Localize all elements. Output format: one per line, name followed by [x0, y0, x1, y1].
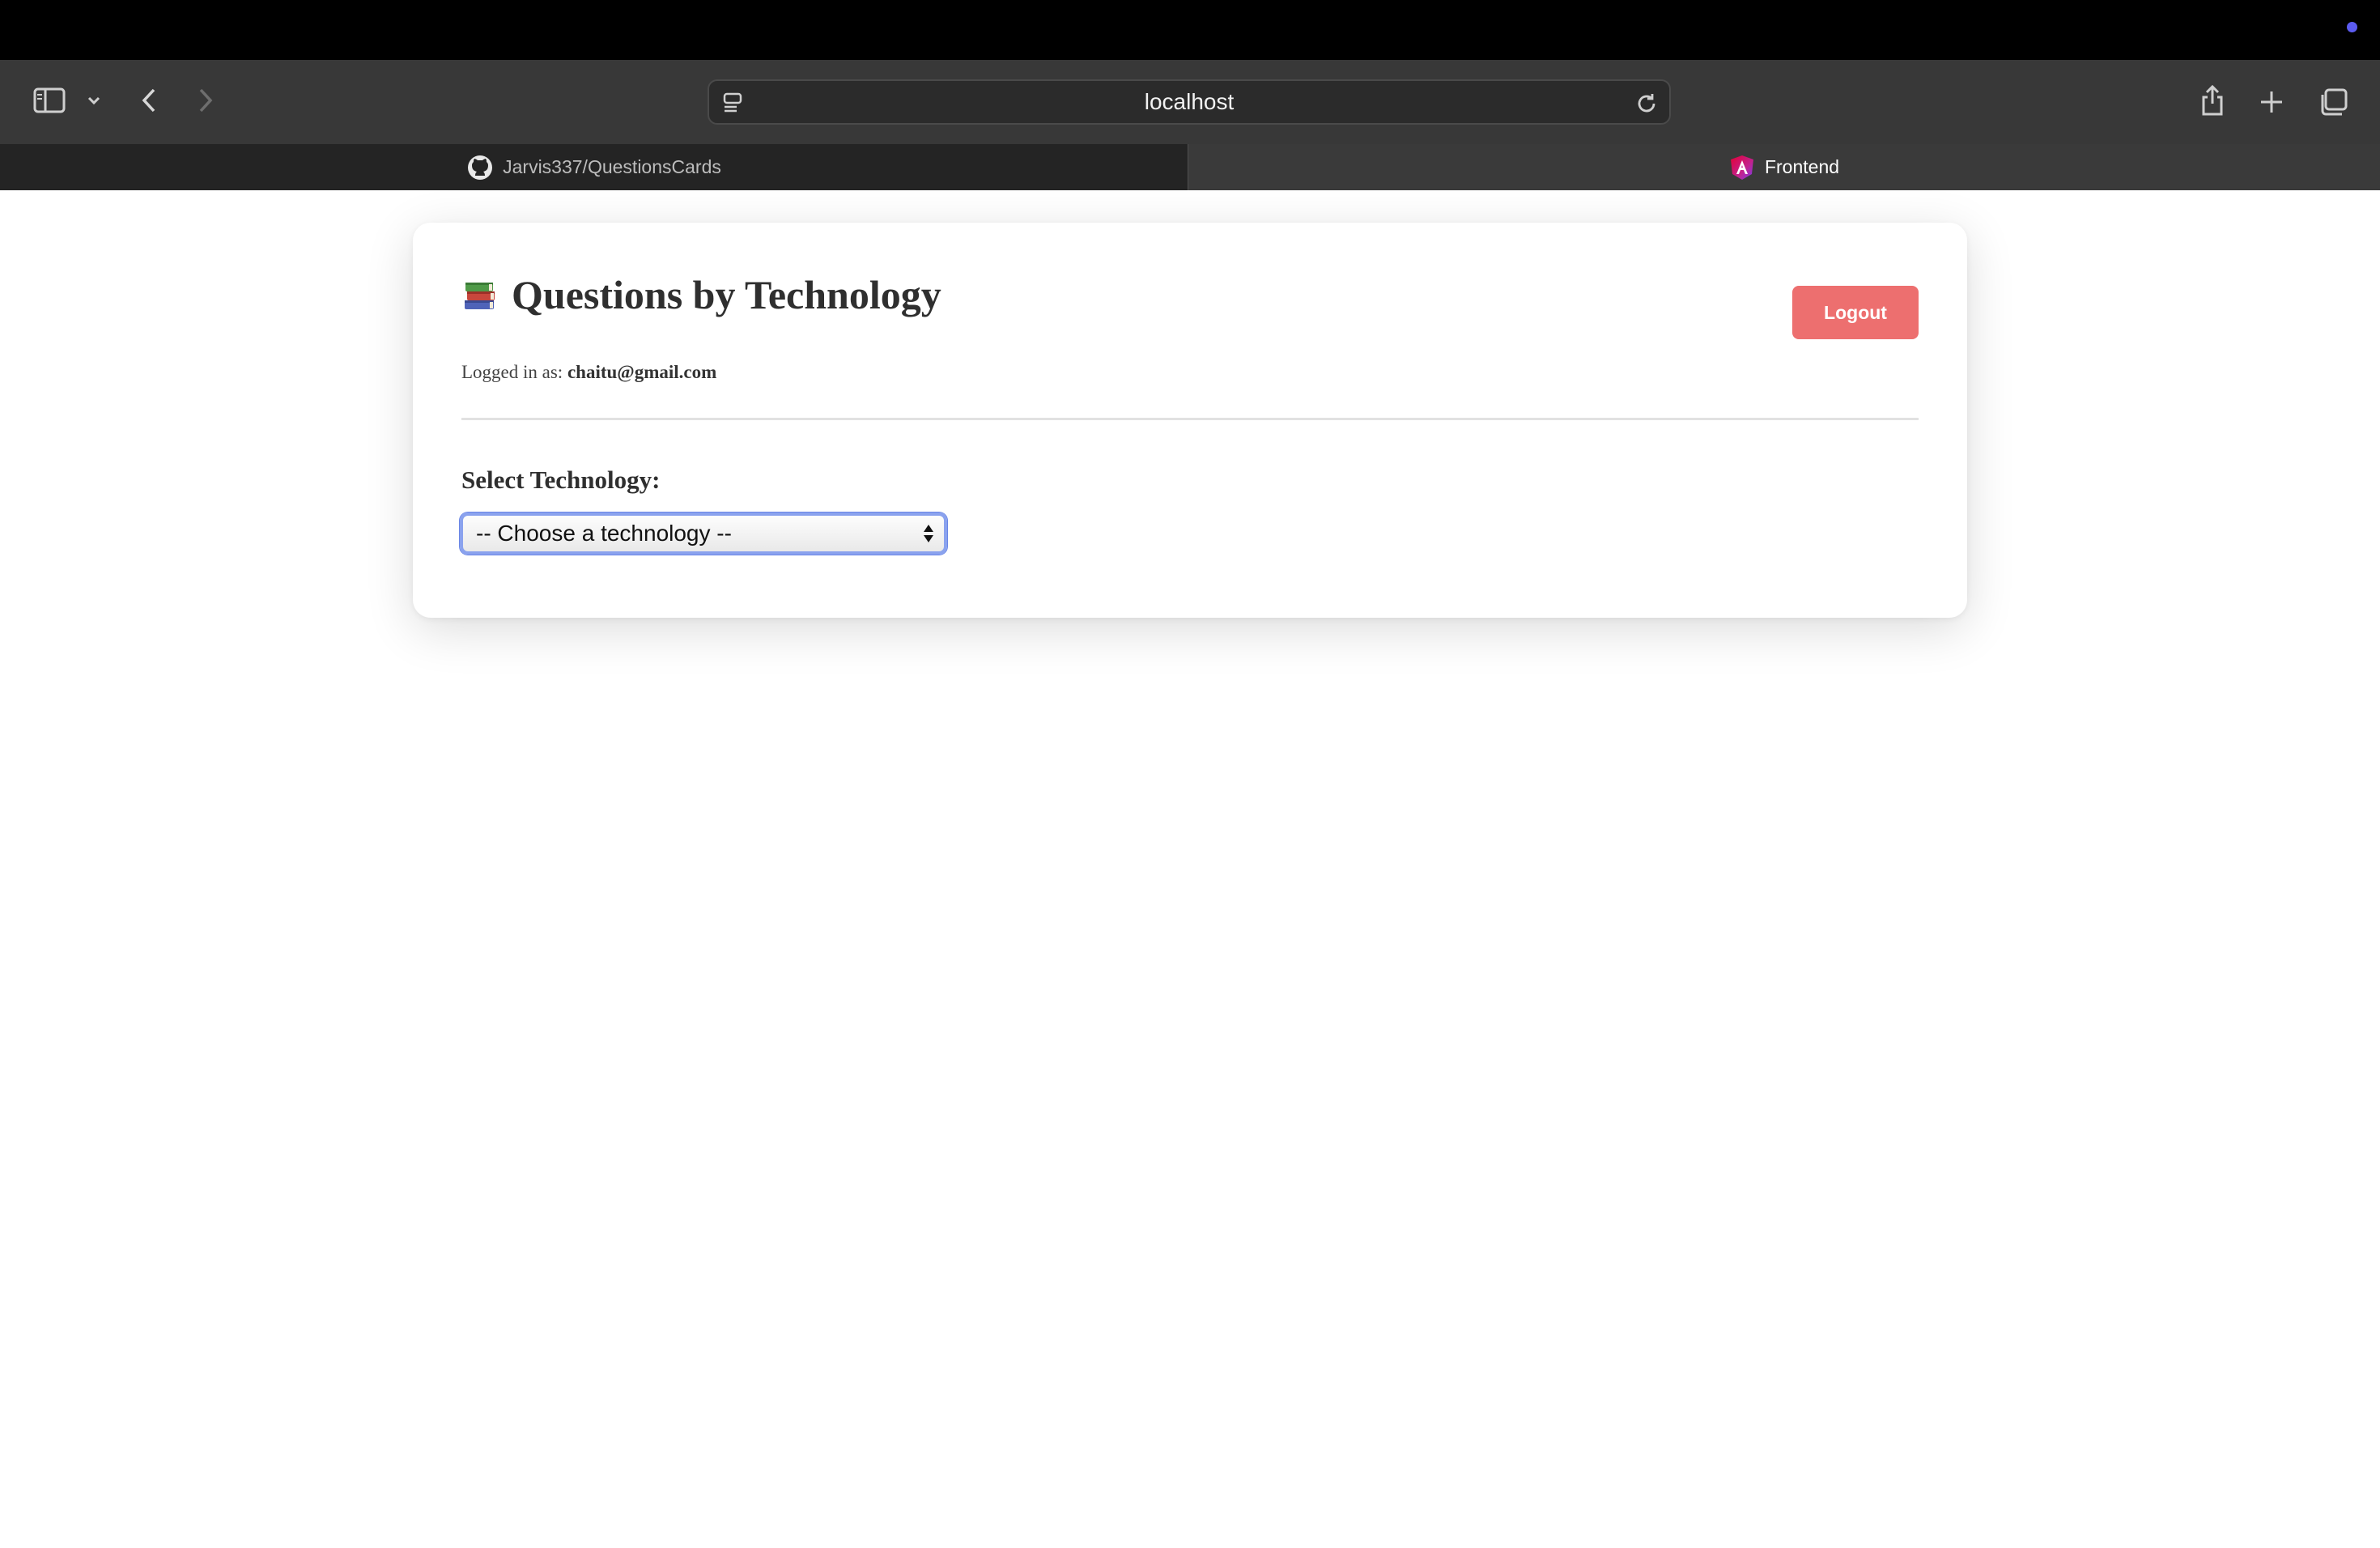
- select-arrows-icon: [924, 525, 933, 542]
- sidebar-toggle-icon[interactable]: [31, 84, 68, 117]
- page-content: Questions by Technology Logged in as: ch…: [0, 190, 2380, 1548]
- share-icon[interactable]: [2194, 81, 2231, 120]
- status-dot-icon: [2347, 22, 2357, 32]
- logout-button[interactable]: Logout: [1792, 286, 1919, 339]
- github-icon: [468, 155, 493, 180]
- title-row: Questions by Technology: [461, 271, 941, 318]
- reload-icon[interactable]: [1634, 91, 1660, 117]
- forward-arrow-icon[interactable]: [191, 84, 220, 117]
- new-tab-plus-icon[interactable]: [2254, 84, 2289, 120]
- technology-select[interactable]: -- Choose a technology --: [460, 512, 947, 555]
- logged-in-status: Logged in as: chaitu@gmail.com: [461, 362, 716, 383]
- tab-strip: Jarvis337/QuestionsCards Frontend: [0, 144, 2380, 190]
- header-divider: [461, 418, 1919, 420]
- tab-frontend[interactable]: Frontend: [1188, 144, 2380, 190]
- tab-label: Frontend: [1764, 156, 1840, 177]
- technology-select-value: -- Choose a technology --: [476, 521, 732, 546]
- angular-icon: [1730, 155, 1753, 180]
- system-menu-bar: [0, 0, 2380, 60]
- logged-in-prefix: Logged in as:: [461, 362, 563, 382]
- select-technology-label: Select Technology:: [461, 466, 661, 494]
- books-icon: [465, 283, 495, 309]
- tab-overview-icon[interactable]: [2315, 84, 2351, 120]
- tab-label: Jarvis337/QuestionsCards: [503, 156, 721, 177]
- address-text[interactable]: localhost: [709, 81, 1669, 123]
- questions-card: Questions by Technology Logged in as: ch…: [413, 223, 1967, 618]
- back-arrow-icon[interactable]: [134, 84, 164, 117]
- browser-toolbar: localhost: [0, 60, 2380, 144]
- page-title: Questions by Technology: [512, 272, 941, 317]
- chevron-down-icon[interactable]: [84, 89, 104, 112]
- address-bar[interactable]: localhost: [708, 79, 1671, 125]
- user-email: chaitu@gmail.com: [567, 362, 717, 382]
- tab-github-repo[interactable]: Jarvis337/QuestionsCards: [0, 144, 1188, 190]
